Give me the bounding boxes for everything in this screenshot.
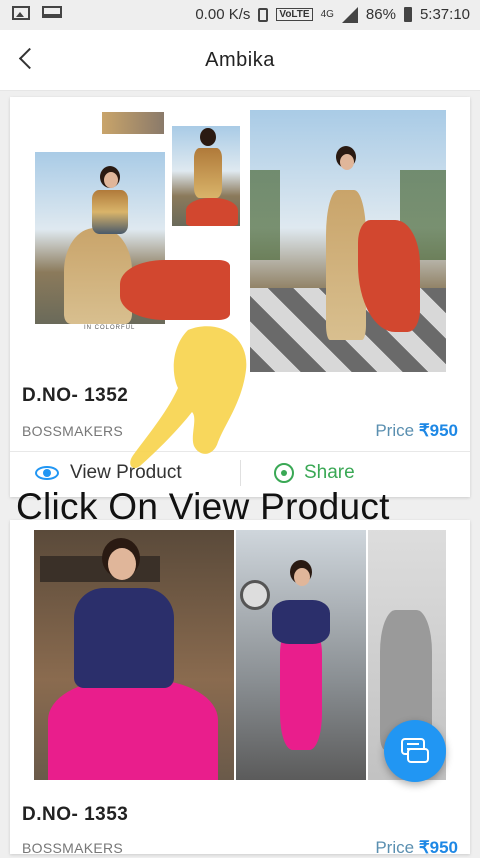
clock: 5:37:10 [419, 6, 470, 23]
chat-bubble-icon [407, 748, 429, 763]
price-label: Price [375, 421, 415, 440]
signal-icon [341, 6, 358, 23]
product-card[interactable]: D.NO- 1353 BOSSMAKERS Price ₹950 [10, 520, 470, 857]
product-brand: BOSSMAKERS [22, 423, 124, 439]
network-speed: 0.00 K/s [195, 6, 251, 23]
gallery-notification-icon [12, 6, 30, 20]
price-amount: ₹950 [418, 838, 458, 857]
status-bar: 0.00 K/s VoLTE 4G 86% 5:37:10 [0, 0, 480, 30]
network-type: 4G [320, 9, 334, 20]
page-title: Ambika [205, 49, 275, 71]
hand-pointer-icon [130, 326, 247, 469]
volte-badge: VoLTE [276, 8, 313, 21]
eye-icon [34, 464, 60, 482]
share-label: Share [304, 462, 355, 483]
chat-button[interactable] [384, 720, 446, 782]
share-button[interactable]: Share [274, 462, 355, 484]
whatsapp-icon [274, 463, 294, 483]
product-price: Price ₹950 [375, 421, 458, 441]
app-bar: Ambika [0, 30, 480, 91]
price-label: Price [375, 838, 415, 857]
laptop-notification-icon [42, 6, 62, 18]
price-amount: ₹950 [418, 421, 458, 440]
battery-percent: 86% [365, 6, 396, 23]
product-code: D.NO- 1352 [22, 385, 129, 406]
product-price: Price ₹950 [375, 838, 458, 858]
product-code: D.NO- 1353 [22, 804, 129, 825]
battery-icon [403, 7, 412, 22]
instruction-text: Click On View Product [16, 486, 390, 527]
vibrate-icon [258, 7, 269, 22]
